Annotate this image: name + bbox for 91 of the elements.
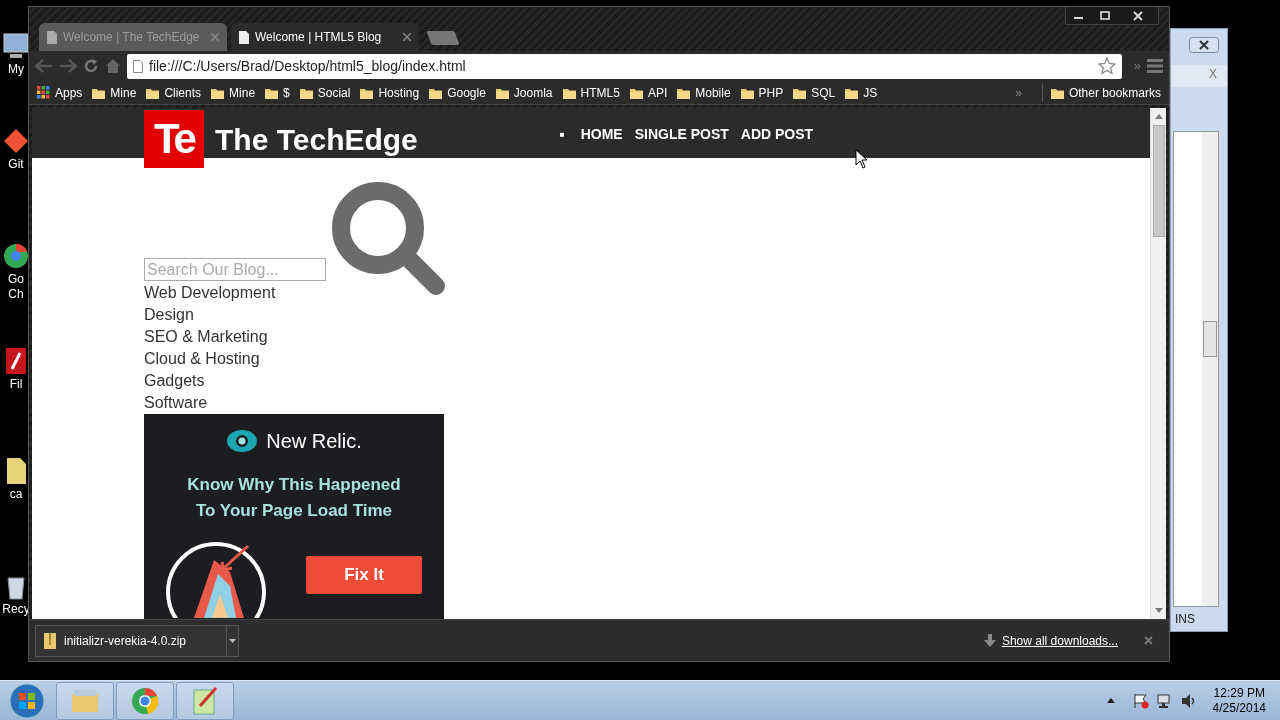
search-field[interactable]: Search Our Blog...: [144, 258, 326, 281]
ad-headline: To Your Page Load Time: [194, 500, 394, 522]
reload-icon[interactable]: [83, 58, 99, 74]
folder-icon: [793, 86, 807, 99]
bookmark[interactable]: Joomla: [495, 83, 553, 102]
bookmark[interactable]: JS: [845, 83, 878, 102]
category-link[interactable]: Cloud & Hosting: [144, 348, 260, 370]
folder-icon: [92, 86, 106, 99]
grid-icon: [37, 86, 50, 99]
show-all-downloads-link[interactable]: Show all downloads...: [1001, 631, 1118, 650]
eye-logo-icon: [226, 429, 259, 453]
overflow-chevron[interactable]: »: [1015, 83, 1022, 102]
bookmark[interactable]: $: [265, 83, 290, 102]
folder-icon: [845, 86, 859, 99]
scrollbar-thumb[interactable]: [1203, 321, 1217, 357]
search-icon[interactable]: [330, 180, 446, 296]
bookmark[interactable]: Social: [299, 83, 351, 102]
address-bar[interactable]: file:///C:/Users/Brad/Desktop/html5_blog/index.html: [127, 53, 1122, 79]
ad-brand: New Relic.: [266, 429, 362, 454]
bookmark[interactable]: Apps: [37, 83, 83, 102]
fix-it-button[interactable]: Fix It: [306, 556, 422, 594]
scroll-up-icon[interactable]: [1154, 114, 1163, 119]
bookmark[interactable]: Mine: [211, 83, 256, 102]
new-tab-button[interactable]: [426, 31, 460, 45]
folder-icon: [146, 86, 160, 99]
start-button[interactable]: [9, 682, 45, 719]
flag-icon[interactable]: [1132, 692, 1149, 709]
bookmark[interactable]: Google: [429, 83, 486, 102]
icon-label[interactable]: ca: [9, 487, 23, 502]
category-link[interactable]: Design: [144, 304, 194, 326]
maximize-icon[interactable]: [1100, 10, 1110, 21]
bookmark[interactable]: Hosting: [360, 83, 420, 102]
bookmark[interactable]: Other bookmarks: [1041, 83, 1161, 102]
folder-icon: [740, 86, 754, 99]
close-text[interactable]: X: [1209, 65, 1217, 87]
folder-icon: [429, 86, 443, 99]
notepad-icon[interactable]: [190, 685, 220, 716]
icon-label[interactable]: Go: [8, 272, 24, 287]
page-icon: [239, 30, 249, 44]
caret-icon[interactable]: [229, 638, 236, 643]
star-icon[interactable]: [1097, 57, 1116, 75]
bookmark[interactable]: Mobile: [677, 83, 731, 102]
volume-icon[interactable]: [1180, 692, 1197, 709]
nav-link[interactable]: HOME: [580, 124, 623, 145]
bookmark[interactable]: API: [629, 83, 668, 102]
site-title[interactable]: The TechEdge: [215, 117, 418, 162]
bookmark[interactable]: PHP: [740, 83, 784, 102]
ad-headline: Know Why This Happened: [187, 474, 401, 496]
icon-label[interactable]: My: [8, 62, 24, 77]
home-icon[interactable]: [105, 58, 121, 74]
nav-link[interactable]: SINGLE POST: [634, 124, 729, 145]
icon-label[interactable]: Git: [8, 157, 24, 172]
bookmark[interactable]: Mine: [92, 83, 137, 102]
folder-icon: [495, 86, 509, 99]
mouse-cursor-icon: [855, 149, 869, 169]
icon-label[interactable]: Ch: [8, 287, 24, 302]
page-icon: [47, 30, 57, 44]
browser-icon[interactable]: [130, 685, 160, 716]
clock[interactable]: 12:29 PM 4/25/2014: [1212, 685, 1266, 716]
network-icon[interactable]: [1156, 692, 1173, 709]
folder-icon: [629, 86, 643, 99]
zip-file-icon: [44, 632, 56, 649]
folder-icon: [360, 86, 374, 99]
logo[interactable]: Te: [144, 110, 204, 168]
category-link[interactable]: Web Development: [144, 282, 276, 304]
bookmark[interactable]: SQL: [793, 83, 836, 102]
download-item[interactable]: initializr-verekia-4.0.zip: [35, 624, 239, 657]
menu-icon[interactable]: [1147, 59, 1163, 73]
ad-banner[interactable]: New Relic. Know Why This Happened To Your Page Load Time Fix It: [144, 414, 444, 619]
folder-icon: [265, 86, 279, 99]
folder-icon: [1050, 86, 1064, 99]
close-icon[interactable]: [1189, 37, 1219, 53]
page-icon: [133, 59, 143, 73]
scroll-down-icon[interactable]: [1154, 608, 1163, 613]
bookmark[interactable]: HTML5: [562, 83, 620, 102]
category-link[interactable]: SEO & Marketing: [144, 326, 268, 348]
nav-link[interactable]: ADD POST: [740, 124, 814, 145]
category-link[interactable]: Software: [144, 392, 208, 414]
folder-icon: [211, 86, 225, 99]
status-text: INS: [1175, 611, 1195, 628]
browser-tab[interactable]: Welcome | HTML5 Blog: [231, 23, 419, 51]
caret-icon[interactable]: [1106, 698, 1115, 703]
folder-icon: [677, 86, 691, 99]
folder-icon: [299, 86, 313, 99]
bookmark[interactable]: Clients: [146, 83, 202, 102]
scrollbar-thumb[interactable]: [1152, 125, 1165, 237]
folder-icon: [562, 86, 576, 99]
icon-label[interactable]: Fil: [9, 377, 23, 392]
category-link[interactable]: Gadgets: [144, 370, 205, 392]
download-icon: [983, 634, 996, 647]
bullet: ■: [559, 128, 565, 141]
